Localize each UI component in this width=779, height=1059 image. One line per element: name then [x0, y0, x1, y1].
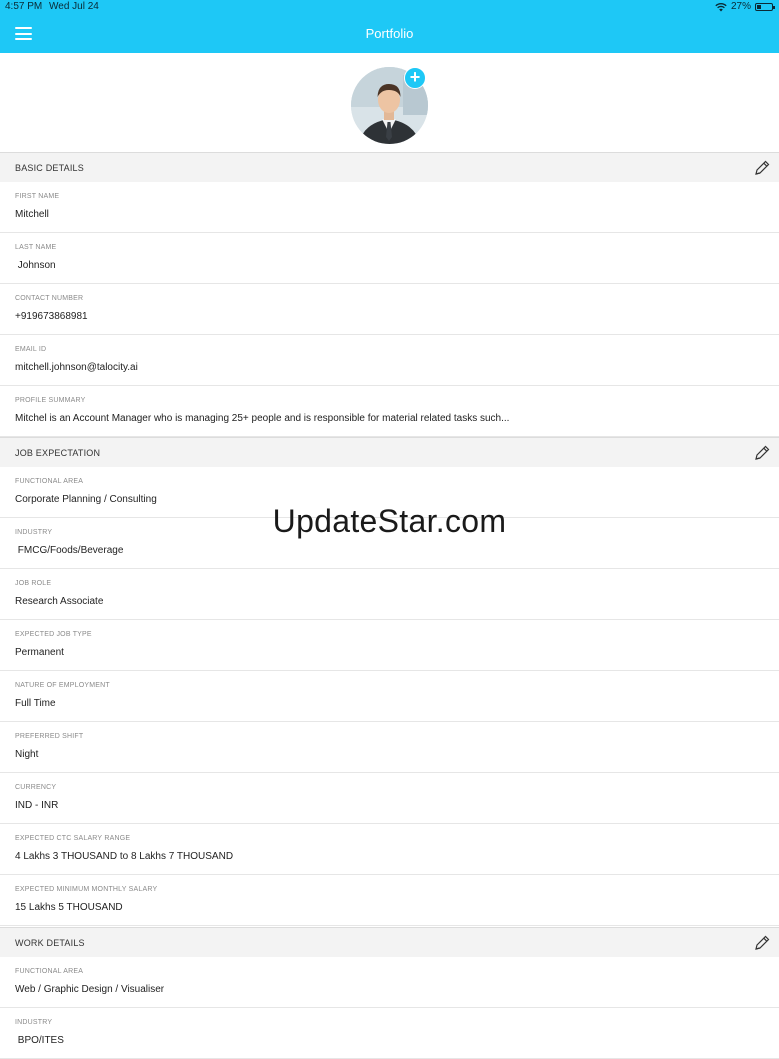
pencil-icon[interactable] [753, 934, 771, 952]
field-preferred-shift[interactable]: PREFERRED SHIFT Night [0, 722, 779, 773]
battery-percent: 27% [730, 1, 751, 12]
section-title: WORK DETAILS [15, 938, 85, 948]
field-value: BPO/ITES [15, 1035, 64, 1046]
field-label: PROFILE SUMMARY [15, 397, 86, 404]
section-basic-details: BASIC DETAILS [0, 152, 779, 182]
pencil-icon[interactable] [753, 159, 771, 177]
field-value: Night [15, 749, 39, 760]
pencil-icon[interactable] [753, 444, 771, 462]
field-first-name[interactable]: FIRST NAME Mitchell [0, 182, 779, 233]
field-label: EMAIL ID [15, 346, 47, 353]
field-label: NATURE OF EMPLOYMENT [15, 682, 110, 689]
field-job-role[interactable]: JOB ROLE Research Associate [0, 569, 779, 620]
field-email-id[interactable]: EMAIL ID mitchell.johnson@talocity.ai [0, 335, 779, 386]
plus-icon: + [409, 67, 421, 87]
field-label: JOB ROLE [15, 580, 52, 587]
field-value: Web / Graphic Design / Visualiser [15, 984, 165, 995]
field-label: CURRENCY [15, 784, 57, 791]
status-date: Wed Jul 24 [49, 1, 99, 12]
field-nature-of-employment[interactable]: NATURE OF EMPLOYMENT Full Time [0, 671, 779, 722]
add-photo-button[interactable]: + [404, 67, 426, 89]
field-label: INDUSTRY [15, 1019, 53, 1026]
field-expected-minimum-monthly-salary[interactable]: EXPECTED MINIMUM MONTHLY SALARY 15 Lakhs… [0, 875, 779, 926]
field-label: FUNCTIONAL AREA [15, 968, 84, 975]
field-expected-ctc-salary-range[interactable]: EXPECTED CTC SALARY RANGE 4 Lakhs 3 THOU… [0, 824, 779, 875]
field-value: 4 Lakhs 3 THOUSAND to 8 Lakhs 7 THOUSAND [15, 851, 234, 862]
field-contact-number[interactable]: CONTACT NUMBER +919673868981 [0, 284, 779, 335]
status-right: 27% [715, 0, 775, 14]
field-value: Full Time [15, 698, 56, 709]
battery-level [757, 5, 761, 9]
field-label: FIRST NAME [15, 193, 60, 200]
field-value: IND - INR [15, 800, 59, 811]
profile-photo-area: + [0, 53, 779, 152]
field-work-industry[interactable]: INDUSTRY BPO/ITES [0, 1008, 779, 1059]
page-title: Portfolio [365, 26, 414, 41]
field-label: LAST NAME [15, 244, 57, 251]
status-bar: 4:57 PM Wed Jul 24 27% [0, 0, 779, 14]
field-value: 15 Lakhs 5 THOUSAND [15, 902, 123, 913]
field-value: Mitchel is an Account Manager who is man… [15, 413, 510, 424]
field-label: EXPECTED MINIMUM MONTHLY SALARY [15, 886, 158, 893]
field-label: EXPECTED CTC SALARY RANGE [15, 835, 131, 842]
field-value: mitchell.johnson@talocity.ai [15, 362, 138, 373]
field-currency[interactable]: CURRENCY IND - INR [0, 773, 779, 824]
field-value: +919673868981 [15, 311, 88, 322]
battery-icon [755, 3, 775, 11]
field-profile-summary[interactable]: PROFILE SUMMARY Mitchel is an Account Ma… [0, 386, 779, 437]
status-time: 4:57 PM [5, 1, 43, 12]
field-label: PREFERRED SHIFT [15, 733, 84, 740]
field-last-name[interactable]: LAST NAME Johnson [0, 233, 779, 284]
field-value: Permanent [15, 647, 64, 658]
section-job-expectation: JOB EXPECTATION [0, 437, 779, 467]
field-label: FUNCTIONAL AREA [15, 478, 84, 485]
watermark: UpdateStar.com [272, 503, 507, 539]
field-value: FMCG/Foods/Beverage [15, 545, 124, 556]
field-value: Johnson [15, 260, 56, 271]
nav-bar: Portfolio [0, 14, 779, 53]
wifi-icon [715, 3, 727, 12]
field-work-functional-area[interactable]: FUNCTIONAL AREA Web / Graphic Design / V… [0, 957, 779, 1008]
section-work-details: WORK DETAILS [0, 927, 779, 957]
section-title: JOB EXPECTATION [15, 448, 101, 458]
field-value: Research Associate [15, 596, 104, 607]
field-label: CONTACT NUMBER [15, 295, 84, 302]
field-label: EXPECTED JOB TYPE [15, 631, 92, 638]
field-expected-job-type[interactable]: EXPECTED JOB TYPE Permanent [0, 620, 779, 671]
field-value: Mitchell [15, 209, 49, 220]
section-title: BASIC DETAILS [15, 163, 84, 173]
